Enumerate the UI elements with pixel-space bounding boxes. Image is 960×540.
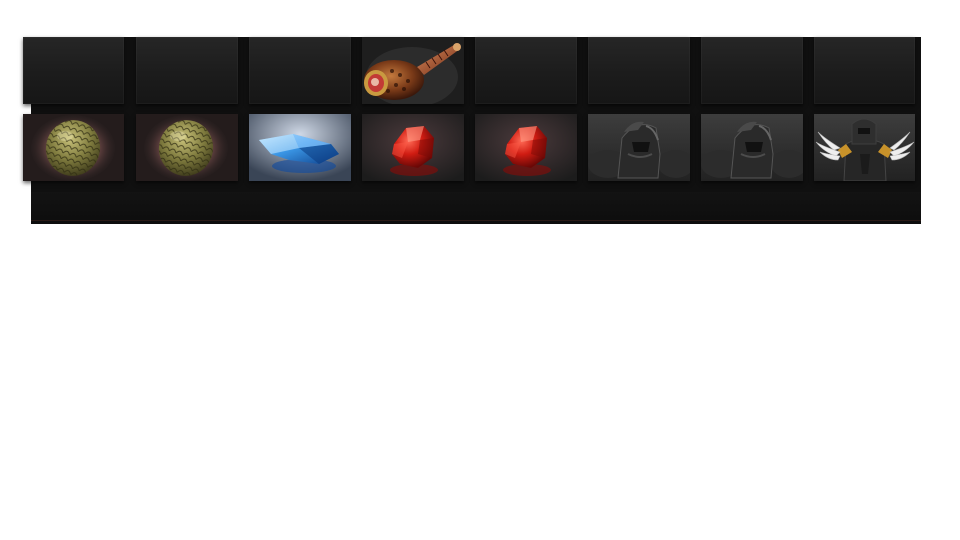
inventory-slot[interactable] xyxy=(362,37,464,104)
inventory-slot[interactable] xyxy=(701,114,803,181)
inventory-slot-empty[interactable] xyxy=(814,37,915,104)
meat-club-icon xyxy=(362,37,464,104)
inventory-slot-empty[interactable] xyxy=(475,37,577,104)
inventory-slot[interactable] xyxy=(249,114,351,181)
inventory-slot[interactable] xyxy=(588,114,690,181)
inventory-slot-empty[interactable] xyxy=(701,37,803,104)
winged-armor-icon xyxy=(814,114,915,181)
inventory-slot-empty[interactable] xyxy=(588,37,690,104)
red-gem-icon xyxy=(362,114,464,181)
dragon-egg-icon xyxy=(136,114,238,181)
dark-helmet-icon xyxy=(588,114,690,181)
blue-crystal-icon xyxy=(249,114,351,181)
dragon-egg-icon xyxy=(23,114,124,181)
inventory-slot-empty[interactable] xyxy=(136,37,238,104)
inventory-slot[interactable] xyxy=(814,114,915,181)
inventory-slot[interactable] xyxy=(362,114,464,181)
inventory-row-top xyxy=(23,37,921,104)
inventory-slot[interactable] xyxy=(23,114,124,181)
inventory-slot-empty[interactable] xyxy=(23,37,124,104)
inventory-row-bottom xyxy=(23,114,921,181)
inventory-footer-bar xyxy=(31,192,921,224)
inventory-slot[interactable] xyxy=(475,114,577,181)
inventory-slot[interactable] xyxy=(136,114,238,181)
inventory-slot-empty[interactable] xyxy=(249,37,351,104)
inventory-panel xyxy=(23,37,921,224)
red-gem-icon xyxy=(475,114,577,181)
dark-helmet-icon xyxy=(701,114,803,181)
